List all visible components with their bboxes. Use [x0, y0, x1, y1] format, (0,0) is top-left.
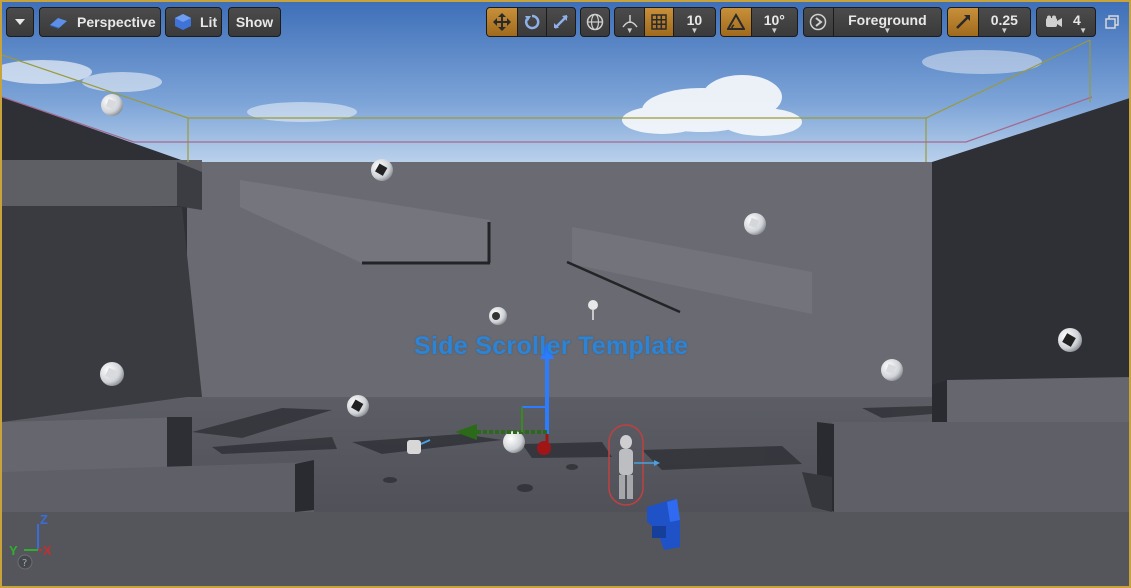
world-local-toggle[interactable] [580, 7, 610, 37]
view-mode-label: Perspective [77, 14, 156, 30]
angle-icon [726, 13, 745, 31]
floor-far [2, 512, 1129, 586]
left-step-side [295, 460, 314, 512]
scale-snap-toggle[interactable] [948, 8, 978, 36]
camera-speed-icon [1043, 15, 1063, 29]
left-block-top [2, 417, 192, 472]
right-block-top [947, 377, 1129, 422]
x-axis-label: X [43, 543, 52, 558]
right-block-side [932, 380, 947, 422]
scale-snap-size-dropdown[interactable]: 0.25 ▼ [977, 8, 1030, 36]
camera-speed-dropdown[interactable]: 4 ▼ [1036, 7, 1096, 37]
left-ledge [2, 160, 202, 206]
lighting-mode-label: Lit [200, 14, 218, 30]
layer-icon [809, 13, 827, 31]
grid-snap-size-dropdown[interactable]: 10 ▼ [672, 8, 715, 36]
rotation-snap-group: 10° ▼ [720, 7, 798, 37]
viewport-options-button[interactable] [6, 7, 34, 37]
move-arrows-icon [493, 13, 511, 31]
globe-icon [586, 13, 604, 31]
perspective-view-icon [48, 15, 68, 29]
maximize-viewport-button[interactable] [1104, 14, 1122, 32]
grid-icon [650, 13, 668, 31]
lit-mode-button[interactable]: Lit [165, 7, 222, 37]
transform-mode-group [486, 7, 576, 37]
lit-cube-icon [174, 13, 192, 31]
chevron-down-icon: ▼ [690, 26, 699, 35]
scale-icon [552, 13, 570, 31]
level-viewport[interactable]: Side Scroller Template Perspective Lit S… [0, 0, 1131, 588]
left-block-top2 [167, 417, 192, 469]
rotation-snap-toggle[interactable] [721, 8, 751, 36]
scale-snap-group: 0.25 ▼ [947, 7, 1031, 37]
show-label: Show [235, 14, 274, 30]
rotate-mode-button[interactable] [517, 8, 546, 36]
scene-render[interactable] [2, 2, 1131, 588]
chevron-down-icon: ▼ [1079, 26, 1087, 35]
chevron-down-icon: ▼ [883, 26, 892, 35]
layer-icon-button[interactable] [804, 8, 833, 36]
chevron-down-icon: ▼ [1000, 26, 1009, 35]
translate-mode-button[interactable] [487, 8, 517, 36]
layer-dropdown[interactable]: Foreground ▼ [832, 8, 941, 36]
rotation-snap-size-dropdown[interactable]: 10° ▼ [750, 8, 797, 36]
grid-snap-group: ▼ 10 ▼ [614, 7, 716, 37]
chevron-down-icon: ▼ [625, 26, 634, 35]
left-wall-face [2, 202, 202, 422]
axis-indicator: ? Z Y X [8, 510, 58, 580]
surface-snap-button[interactable]: ▼ [615, 8, 644, 36]
grid-snap-toggle[interactable] [644, 8, 673, 36]
scale-snap-icon [954, 13, 972, 31]
template-title-text: Side Scroller Template [414, 332, 689, 360]
layer-group: Foreground ▼ [803, 7, 942, 37]
svg-text:?: ? [22, 558, 27, 569]
chevron-down-icon: ▼ [770, 26, 779, 35]
perspective-view-button[interactable]: Perspective [39, 7, 161, 37]
y-axis-label: Y [9, 543, 18, 558]
restore-window-icon [1104, 14, 1120, 30]
rotate-icon [523, 13, 541, 31]
scale-mode-button[interactable] [546, 8, 575, 36]
show-flags-button[interactable]: Show [228, 7, 281, 37]
right-step-low [832, 422, 1129, 512]
chevron-down-icon [14, 18, 26, 26]
z-axis-label: Z [40, 512, 48, 527]
